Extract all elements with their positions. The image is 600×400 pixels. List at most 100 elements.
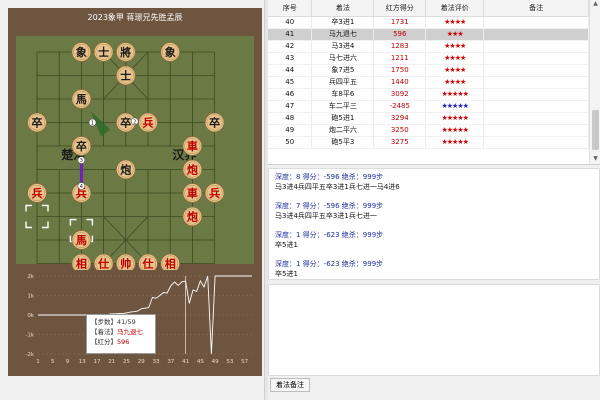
cell-score: 1750 [373, 64, 427, 77]
piece-black[interactable]: 卒 [27, 112, 47, 133]
table-row[interactable]: 50 砲5平3 3275 ★★★★★ [268, 136, 589, 149]
table-row[interactable]: 44 象7进5 1750 ★★★★ [268, 64, 589, 77]
cell-move: 马七进六 [311, 52, 375, 65]
svg-text:3: 3 [80, 158, 83, 164]
piece-red[interactable]: 仕 [138, 253, 158, 270]
piece-red[interactable]: 馬 [71, 230, 92, 250]
cell-score: 3275 [373, 136, 427, 149]
analysis-block: 深度：7 得分：-596 绝杀：999步 马3进4兵四平五卒3进1兵七进一 [275, 201, 593, 221]
table-row[interactable]: 49 炮二平六 3250 ★★★★★ [268, 124, 589, 137]
svg-text:仕: 仕 [97, 257, 109, 271]
piece-red[interactable]: 仕 [93, 253, 114, 271]
cell-note [483, 88, 589, 101]
x-tick-label: 53 [226, 359, 233, 365]
piece-black[interactable]: 象 [160, 42, 181, 62]
scroll-down-icon[interactable]: ▼ [590, 155, 600, 164]
piece-red[interactable]: 兵 [138, 112, 158, 133]
table-row[interactable]: 43 马七进六 1211 ★★★★ [268, 52, 589, 65]
cell-no: 43 [268, 52, 313, 65]
svg-text:2: 2 [133, 119, 136, 125]
svg-text:馬: 馬 [76, 234, 87, 247]
y-tick-label: -2k [25, 352, 34, 358]
engine-analysis: 深度：8 得分：-596 绝杀：999步 马3进4兵四平五卒3进1兵七进一马4进… [268, 168, 600, 280]
x-tick-label: 57 [241, 359, 248, 365]
cell-no: 44 [268, 64, 313, 77]
x-tick-label: 21 [108, 359, 115, 365]
svg-text:卒: 卒 [120, 116, 131, 130]
svg-text:士: 士 [98, 45, 109, 59]
piece-black[interactable]: 炮 [115, 159, 136, 180]
piece-red[interactable]: 相 [71, 253, 92, 270]
analysis-header: 深度：1 得分：-623 绝杀：999步 [275, 231, 384, 239]
piece-red[interactable]: 車 [182, 136, 203, 156]
cell-score: 1211 [373, 52, 427, 65]
cell-score: -2485 [373, 100, 427, 113]
piece-black[interactable]: 卒 [71, 136, 92, 156]
piece-red[interactable]: 炮 [182, 159, 203, 180]
svg-text:1: 1 [91, 121, 94, 127]
xiangqi-board[interactable]: 楚河 汉界象士將象士馬卒卒兵卒卒 車炮 炮兵兵車兵炮馬相仕帅仕相1 234 [8, 8, 262, 270]
col-header-score[interactable]: 红方得分 [373, 0, 427, 17]
scroll-up-icon[interactable]: ▲ [590, 0, 600, 10]
col-header-rating[interactable]: 着法评价 [425, 0, 485, 17]
y-tick-label: 2k [27, 274, 34, 280]
svg-text:兵: 兵 [143, 116, 154, 130]
table-scrollbar[interactable]: ▲ ▼ [589, 0, 600, 164]
cell-rating: ★★★★★ [425, 88, 485, 101]
piece-red[interactable]: 兵 [204, 183, 225, 203]
cell-note [483, 16, 589, 29]
tooltip-step-label: 【步数】 [91, 318, 117, 326]
table-row[interactable]: 40 卒3进1 1731 ★★★★ [268, 16, 589, 29]
piece-black[interactable]: 士 [115, 65, 136, 86]
col-header-note[interactable]: 备注 [483, 0, 589, 17]
table-row[interactable]: 41 马九退七 596 ★★★ [268, 28, 589, 41]
analysis-block: 深度：1 得分：-623 绝杀：999步 卒5进1 [275, 230, 593, 250]
svg-text:相: 相 [165, 257, 176, 271]
piece-red[interactable]: 相 [160, 253, 181, 271]
analysis-line: 马3进4兵四平五卒3进1兵七进一马4进6 [275, 183, 400, 191]
y-tick-label: -1k [25, 333, 34, 339]
table-row[interactable]: 45 兵四平五 1440 ★★★★ [268, 76, 589, 89]
analysis-block: 深度：8 得分：-596 绝杀：999步 马3进4兵四平五卒3进1兵七进一马4进… [275, 172, 593, 192]
cell-note [483, 52, 589, 65]
cell-move: 炮二平六 [311, 124, 375, 137]
cell-rating: ★★★★★ [425, 124, 485, 137]
svg-text:卒: 卒 [209, 116, 220, 130]
piece-black[interactable]: 卒 [204, 112, 225, 133]
cell-move: 马九退七 [311, 28, 375, 41]
table-row[interactable]: 47 车二平三 -2485 ★★★★★ [268, 100, 589, 113]
analysis-header: 深度：1 得分：-623 绝杀：999步 [275, 260, 384, 268]
table-row[interactable]: 48 砲5进1 3294 ★★★★★ [268, 112, 589, 125]
analysis-header: 深度：8 得分：-596 绝杀：999步 [275, 173, 384, 181]
x-tick-label: 45 [197, 359, 204, 365]
col-header-move[interactable]: 着法 [311, 0, 375, 17]
svg-text:馬: 馬 [76, 93, 87, 106]
piece-black[interactable]: 將 [115, 42, 136, 62]
piece-red[interactable]: 兵 [27, 183, 47, 203]
col-header-no[interactable]: 序号 [268, 0, 313, 17]
notes-editor[interactable] [268, 284, 600, 376]
piece-red[interactable]: 車 [182, 183, 203, 203]
svg-text:車: 車 [187, 139, 198, 153]
tab-move-notes[interactable]: 着法备注 [270, 378, 310, 392]
cell-no: 47 [268, 100, 313, 113]
cell-rating: ★★★★ [425, 64, 485, 77]
cell-move: 车二平三 [311, 100, 375, 113]
cell-no: 46 [268, 88, 313, 101]
cell-note [483, 64, 589, 77]
piece-black[interactable]: 馬 [71, 89, 92, 109]
cell-score: 3092 [373, 88, 427, 101]
table-row[interactable]: 42 马3进4 1283 ★★★★ [268, 40, 589, 53]
piece-red[interactable]: 炮 [182, 206, 203, 227]
svg-text:帅: 帅 [120, 257, 131, 271]
cell-rating: ★★★★ [425, 52, 485, 65]
piece-black[interactable]: 象 [71, 42, 92, 62]
svg-text:象: 象 [165, 45, 176, 59]
scroll-thumb[interactable] [592, 110, 599, 150]
table-row[interactable]: 46 车8平6 3092 ★★★★★ [268, 88, 589, 101]
move-list: 序号 着法 红方得分 着法评价 备注 40 卒3进1 1731 ★★★★ 41 马九退七 5… [268, 0, 600, 165]
move-table: 序号 着法 红方得分 着法评价 备注 40 卒3进1 1731 ★★★★ 41 马九退七 5… [268, 0, 589, 149]
piece-red[interactable]: 帅 [115, 253, 136, 271]
app-window: 2023象甲 蒋璟兄先胜孟辰 楚河 汉界象士將象士馬卒卒兵卒卒車炮炮兵兵車兵炮馬相… [0, 0, 600, 400]
piece-black[interactable]: 士 [93, 42, 114, 62]
